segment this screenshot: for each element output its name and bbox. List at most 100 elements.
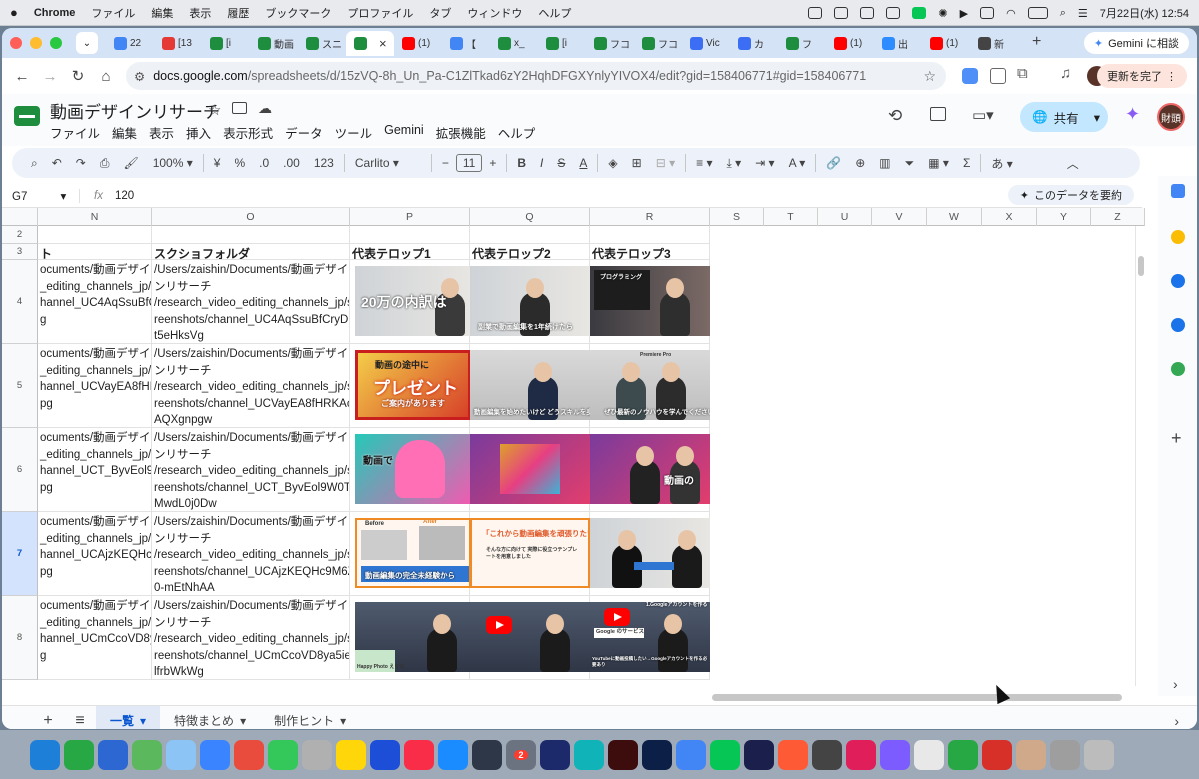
dock-app-icon[interactable] (744, 739, 774, 770)
column-header[interactable]: T (764, 208, 818, 226)
select-all-corner[interactable] (2, 208, 38, 226)
dock-app-icon[interactable] (1084, 739, 1114, 770)
dock-app-icon[interactable] (132, 739, 162, 770)
borders-icon[interactable]: ⊞ (625, 156, 649, 170)
cell-empty[interactable] (982, 596, 1037, 680)
horizontal-scroll-thumb[interactable] (712, 694, 1122, 701)
cell-empty[interactable] (872, 226, 927, 244)
cell-empty[interactable] (764, 596, 818, 680)
keep-icon[interactable] (1171, 230, 1185, 244)
cell-empty[interactable] (764, 428, 818, 512)
menu-profile[interactable]: プロファイル (347, 5, 413, 21)
cell-telop-thumbnail[interactable]: 代表テロップ1 (350, 244, 470, 260)
cell-screenshot-folder[interactable]: /Users/zaishin/Documents/動画デザイ ンリサーチ /re… (152, 428, 350, 512)
cell-empty[interactable] (982, 244, 1037, 260)
browser-tab[interactable]: (1) (826, 31, 874, 56)
dock-app-icon[interactable] (64, 739, 94, 770)
zoom-select[interactable]: 100% ▾ (146, 156, 200, 170)
star-icon[interactable]: ☆ (208, 101, 221, 119)
increase-decimal-button[interactable]: .00 (276, 156, 307, 170)
spotlight-icon[interactable]: ⌕ (1060, 7, 1066, 20)
spreadsheet-grid[interactable]: NOPQRSTUVWXYZ 2 3 トスクショフォルダ 代表テロップ1 代表テロップ2 代… (2, 208, 1145, 705)
cell-telop-thumbnail[interactable]: 代表テロップ3 (590, 244, 710, 260)
column-header[interactable]: P (350, 208, 470, 226)
cell-telop-thumbnail[interactable] (470, 226, 590, 244)
dock-app-icon[interactable] (778, 739, 808, 770)
menu-history[interactable]: 履歴 (227, 5, 249, 21)
cell-empty[interactable] (1037, 512, 1091, 596)
browser-tab[interactable]: (1) (922, 31, 970, 56)
column-header[interactable]: Q (470, 208, 590, 226)
dock-app-icon[interactable] (1016, 739, 1046, 770)
dock-app-icon[interactable] (336, 739, 366, 770)
cell-empty[interactable] (818, 596, 872, 680)
column-header[interactable]: Z (1091, 208, 1145, 226)
cloud-status-icon[interactable]: ☁ (258, 100, 272, 117)
sheet-tab-tokucho[interactable]: 特徴まとめ ▾ (160, 706, 260, 730)
paint-format-icon[interactable]: 🖌 (116, 156, 145, 170)
cell-empty[interactable] (927, 344, 982, 428)
merge-cells-icon[interactable]: ⊟ ▾ (649, 156, 682, 170)
home-icon[interactable]: ⌂ (92, 68, 120, 85)
column-header[interactable]: N (38, 208, 152, 226)
text-wrapping-icon[interactable]: ⇥ ▾ (748, 156, 781, 170)
dock-app-icon[interactable] (642, 739, 672, 770)
fill-color-icon[interactable]: ◈ (601, 156, 624, 170)
dock-app-icon[interactable] (812, 739, 842, 770)
sheets-logo-icon[interactable] (14, 106, 40, 126)
cell-screenshot-folder[interactable]: スクショフォルダ (152, 244, 350, 260)
browser-tab[interactable]: フコ (586, 31, 634, 56)
sheet-tab-ichiran[interactable]: 一覧 ▾ (96, 705, 161, 729)
insert-chart-icon[interactable]: ▥ (872, 156, 897, 170)
more-formats-button[interactable]: 123 (307, 156, 341, 170)
cell-empty[interactable] (927, 596, 982, 680)
cell-empty[interactable] (927, 244, 982, 260)
cell-empty[interactable] (982, 512, 1037, 596)
dock-app-icon[interactable] (846, 739, 876, 770)
browser-tab[interactable]: (1) (394, 31, 442, 56)
insert-comment-icon[interactable]: ⊕ (848, 156, 872, 170)
cell-file-path-partial[interactable]: ocuments/動画デザイ _editing_channels_jp/c ha… (38, 596, 152, 680)
cell-telop-thumbnail[interactable] (590, 226, 710, 244)
menu-window[interactable]: ウィンドウ (467, 5, 522, 21)
cell-empty[interactable] (764, 260, 818, 344)
clipboard-status-icon[interactable] (860, 7, 875, 19)
cell-screenshot-folder[interactable]: /Users/zaishin/Documents/動画デザイ ンリサーチ /re… (152, 512, 350, 596)
menu-view[interactable]: 表示 (189, 5, 211, 21)
cell-empty[interactable] (982, 226, 1037, 244)
dock-app-icon[interactable] (608, 739, 638, 770)
vertical-align-icon[interactable]: ⤓ ▾ (719, 156, 748, 171)
cell-empty[interactable] (1037, 596, 1091, 680)
strikethrough-icon[interactable]: S (550, 156, 572, 170)
extension-1-icon[interactable] (962, 68, 978, 84)
dock-app-icon[interactable] (234, 739, 264, 770)
dock-app-icon[interactable] (948, 739, 978, 770)
account-avatar[interactable]: 財頭 (1157, 103, 1185, 131)
clock-text[interactable]: 7月22日(水) 12:54 (1100, 5, 1189, 21)
cell-empty[interactable] (710, 596, 764, 680)
new-tab-plus-icon[interactable]: + (1032, 33, 1041, 51)
column-header[interactable]: O (152, 208, 350, 226)
bookmark-star-icon[interactable]: ☆ (923, 68, 936, 85)
sheets-menu-insert[interactable]: 挿入 (186, 123, 211, 142)
zoom-window-button[interactable] (50, 37, 62, 49)
dock-app-icon[interactable] (574, 739, 604, 770)
forward-icon[interactable]: → (36, 68, 64, 85)
browser-tab[interactable]: × (346, 31, 394, 56)
column-header[interactable]: U (818, 208, 872, 226)
document-title[interactable]: 動画デザインリサーチ (50, 98, 220, 123)
dock-app-icon[interactable] (710, 739, 740, 770)
cell-empty[interactable] (764, 344, 818, 428)
browser-tab[interactable]: 出 (874, 31, 922, 56)
cell-empty[interactable] (1037, 244, 1091, 260)
update-button[interactable]: 更新を完了 ⋮ (1097, 64, 1187, 88)
cell-empty[interactable] (872, 260, 927, 344)
sheet-tab-dropdown-icon[interactable]: ▾ (140, 714, 146, 728)
dock-app-icon[interactable] (370, 739, 400, 770)
dock-app-icon[interactable] (30, 739, 60, 770)
wifi-icon[interactable]: ◠ (1006, 7, 1016, 20)
sheet-tab-seisaku[interactable]: 制作ヒント ▾ (260, 706, 360, 730)
cell-empty[interactable] (764, 226, 818, 244)
move-folder-icon[interactable] (232, 102, 247, 114)
sync-status-icon[interactable] (834, 7, 849, 19)
